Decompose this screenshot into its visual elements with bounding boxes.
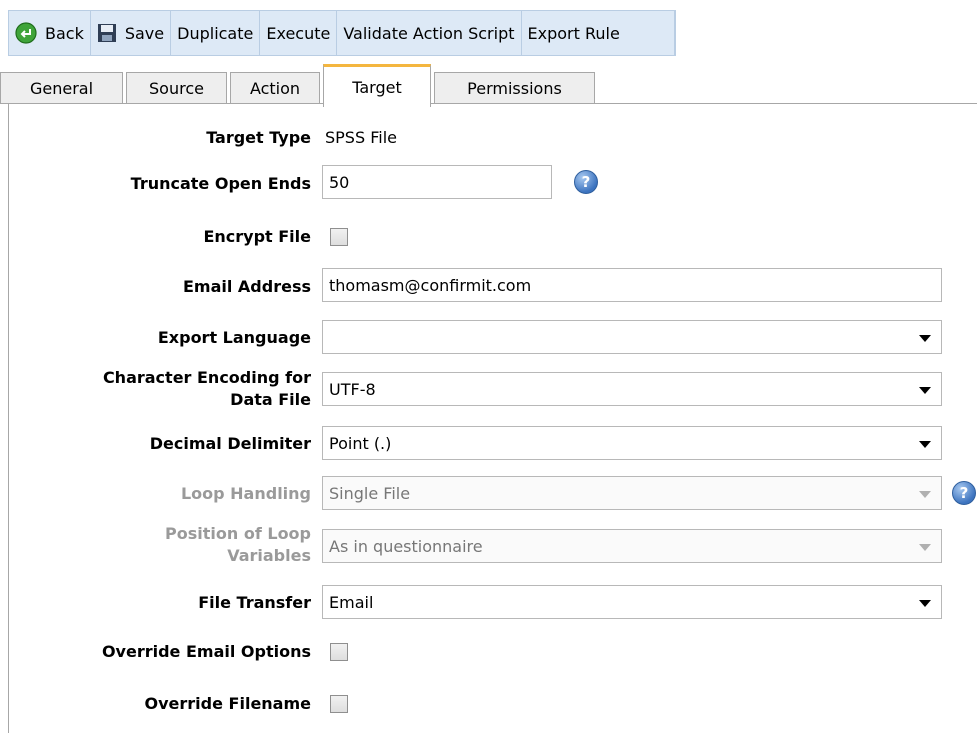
export-rule-button[interactable]: Export Rule [522,11,675,55]
tab-bar: General Source Action Target Permissions [0,62,977,107]
duplicate-label: Duplicate [177,23,254,43]
tab-target-label: Target [352,77,402,97]
character-encoding-value: UTF-8 [329,379,376,399]
tab-general[interactable]: General [0,72,123,104]
character-encoding-label-line2: Data File [230,390,311,409]
validate-action-script-button[interactable]: Validate Action Script [337,11,522,55]
export-language-label: Export Language [157,328,311,347]
truncate-open-ends-label: Truncate Open Ends [130,174,311,193]
back-label: Back [45,23,84,43]
export-rule-label: Export Rule [527,23,620,43]
decimal-delimiter-select[interactable]: Point (.) [322,426,942,460]
file-transfer-value: Email [329,592,374,612]
toolbar: Back Save Duplicate Execute Validate Act… [0,0,977,62]
tab-action[interactable]: Action [230,72,320,104]
decimal-delimiter-label: Decimal Delimiter [149,434,311,453]
file-transfer-select[interactable]: Email [322,585,942,619]
position-loop-variables-select: As in questionnaire [322,529,942,563]
truncate-open-ends-input[interactable] [322,165,552,199]
chevron-down-icon [919,387,931,394]
tab-action-label: Action [249,79,301,98]
tab-source-label: Source [149,79,204,98]
encrypt-file-checkbox[interactable] [330,228,348,246]
chevron-down-icon [919,600,931,607]
duplicate-button[interactable]: Duplicate [171,11,261,55]
back-arrow-icon [15,22,37,44]
save-label: Save [124,23,165,43]
tab-source[interactable]: Source [126,72,227,104]
execute-label: Execute [266,23,331,43]
chevron-down-icon [919,491,931,498]
loop-handling-select: Single File [322,476,942,510]
override-email-options-checkbox[interactable] [330,643,348,661]
target-type-value: SPSS File [325,128,397,147]
character-encoding-select[interactable]: UTF-8 [322,372,942,406]
toolbar-buttons: Back Save Duplicate Execute Validate Act… [8,10,676,56]
tab-permissions[interactable]: Permissions [434,72,595,104]
position-loop-variables-value: As in questionnaire [329,536,483,556]
chevron-down-icon [919,335,931,342]
encrypt-file-label: Encrypt File [203,227,311,246]
override-filename-checkbox[interactable] [330,695,348,713]
tab-target[interactable]: Target [323,64,431,107]
email-address-label: Email Address [182,277,311,296]
file-transfer-label: File Transfer [198,593,311,612]
decimal-delimiter-value: Point (.) [329,433,392,453]
position-loop-variables-label-line2: Variables [227,546,311,565]
override-filename-label: Override Filename [144,694,311,713]
email-address-input[interactable] [322,268,942,302]
loop-handling-help-icon[interactable]: ? [952,481,976,505]
validate-label: Validate Action Script [343,23,515,43]
back-button[interactable]: Back [9,11,91,55]
chevron-down-icon [919,441,931,448]
override-email-options-label: Override Email Options [101,642,311,661]
loop-handling-value: Single File [329,483,411,503]
tab-general-label: General [29,79,94,98]
loop-handling-label: Loop Handling [180,484,311,503]
truncate-help-icon[interactable]: ? [574,170,598,194]
tab-permissions-label: Permissions [467,79,562,98]
execute-button[interactable]: Execute [260,11,338,55]
save-button[interactable]: Save [91,11,172,55]
character-encoding-label-line1: Character Encoding for [102,368,311,387]
chevron-down-icon [919,544,931,551]
export-language-select[interactable] [322,320,942,354]
target-type-label: Target Type [206,128,311,147]
floppy-disk-icon [97,23,117,43]
position-loop-variables-label-line1: Position of Loop [165,524,311,543]
